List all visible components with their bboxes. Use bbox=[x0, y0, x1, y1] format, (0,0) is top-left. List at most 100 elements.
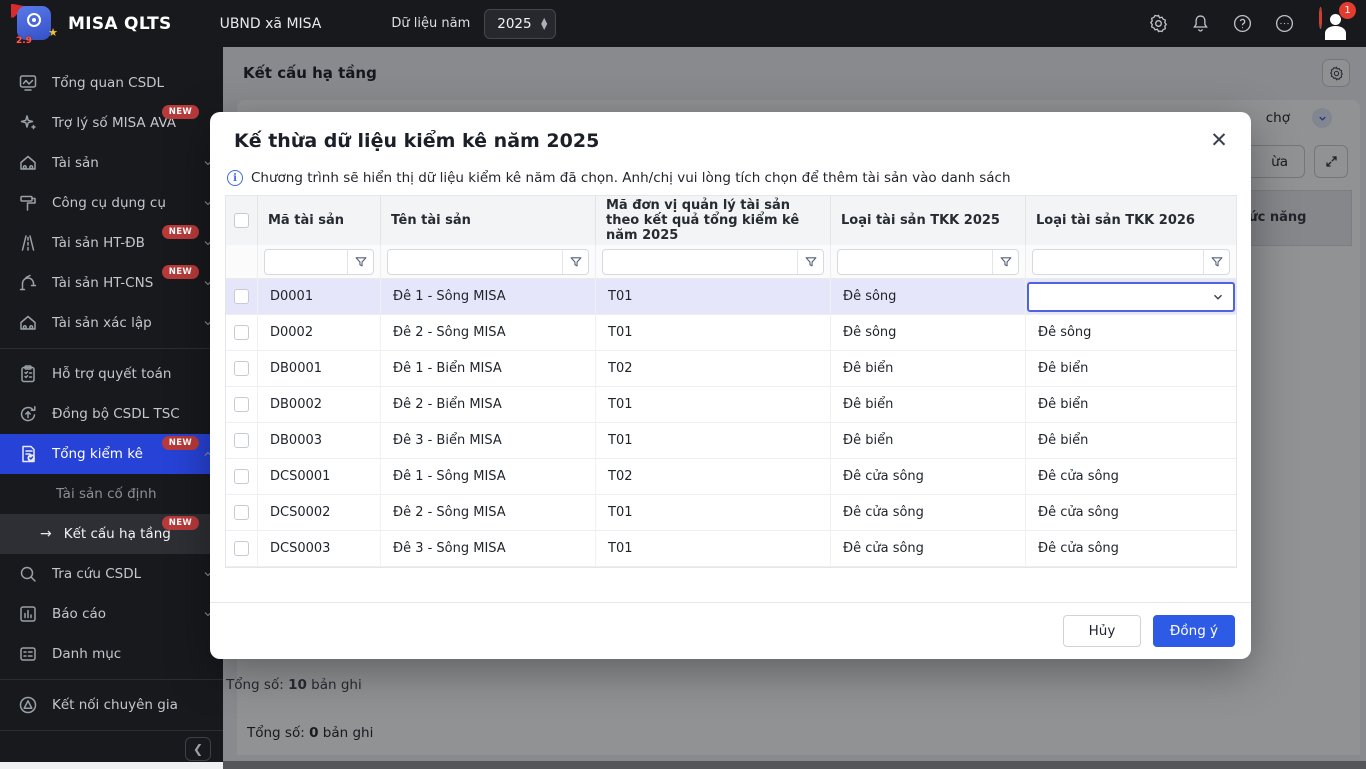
sidebar-item-assets[interactable]: Tài sản bbox=[0, 143, 223, 183]
sidebar-item-tools[interactable]: Công cụ dụng cụ bbox=[0, 183, 223, 223]
filter-input[interactable] bbox=[388, 250, 562, 274]
filter-input[interactable] bbox=[603, 250, 797, 274]
chevron-down-icon bbox=[1211, 290, 1225, 304]
filter-input[interactable] bbox=[1033, 250, 1203, 274]
row-checkbox[interactable] bbox=[234, 541, 249, 556]
new-badge: NEW bbox=[162, 516, 199, 530]
row-checkbox[interactable] bbox=[234, 505, 249, 520]
filter-funnel-icon[interactable] bbox=[1203, 250, 1229, 274]
year-stepper-icon[interactable]: ▲▼ bbox=[541, 18, 547, 30]
table-row[interactable]: DB0001 Đê 1 - Biển MISA T02 Đê biển Đê b… bbox=[226, 351, 1236, 387]
table-header-row: Mã tài sản Tên tài sản Mã đơn vị quản lý… bbox=[226, 196, 1236, 245]
organization-name: UBND xã MISA bbox=[220, 16, 322, 32]
sparkles-icon bbox=[18, 113, 38, 133]
dialog-info-message: i Chương trình sẽ hiển thị dữ liệu kiểm … bbox=[227, 170, 1011, 186]
avatar-notification-badge: 1 bbox=[1339, 2, 1356, 19]
filter-name[interactable] bbox=[387, 249, 589, 275]
sidebar-item-sync[interactable]: Đồng bộ CSDL TSC bbox=[0, 394, 223, 434]
sidebar-subitem-fixed-assets[interactable]: Tài sản cố định bbox=[0, 474, 223, 514]
table-row[interactable]: DCS0003 Đê 3 - Sông MISA T01 Đê cửa sông… bbox=[226, 531, 1236, 567]
year-select[interactable]: 2025 ▲▼ bbox=[484, 9, 556, 39]
help-icon[interactable] bbox=[1231, 13, 1253, 35]
notifications-bell-icon[interactable] bbox=[1189, 13, 1211, 35]
inventory-table: Mã tài sản Tên tài sản Mã đơn vị quản lý… bbox=[225, 195, 1237, 568]
clipboard-icon bbox=[18, 364, 38, 384]
logo-version: 2.9 bbox=[16, 36, 32, 46]
filter-code[interactable] bbox=[264, 249, 374, 275]
road-icon bbox=[18, 233, 38, 253]
top-bar: ★ 2.9 MISA QLTS UBND xã MISA Dữ liệu năm… bbox=[0, 0, 1366, 47]
document-check-icon bbox=[18, 444, 38, 464]
topbar-actions: 1 bbox=[1147, 7, 1352, 40]
inherit-inventory-dialog: Kế thừa dữ liệu kiểm kê năm 2025 ✕ i Chư… bbox=[210, 112, 1251, 659]
paint-roller-icon bbox=[18, 193, 38, 213]
filter-tkk2025[interactable] bbox=[837, 249, 1019, 275]
filter-funnel-icon[interactable] bbox=[797, 250, 823, 274]
new-badge: NEW bbox=[162, 105, 199, 119]
filter-input[interactable] bbox=[838, 250, 992, 274]
sidebar-nav: Tổng quan CSDL Trợ lý số MISA AVA NEW Tà… bbox=[0, 47, 223, 762]
table-row[interactable]: D0002 Đê 2 - Sông MISA T01 Đê sông Đê sô… bbox=[226, 315, 1236, 351]
sidebar-item-inventory[interactable]: Tổng kiểm kê NEW bbox=[0, 434, 223, 474]
sidebar-divider bbox=[0, 730, 223, 731]
sidebar-item-categories[interactable]: Danh mục bbox=[0, 634, 223, 674]
table-row[interactable]: D0001 Đê 1 - Sông MISA T01 Đê sông bbox=[226, 279, 1236, 315]
more-options-icon[interactable] bbox=[1273, 13, 1295, 35]
sidebar-item-expert[interactable]: Kết nối chuyên gia bbox=[0, 685, 223, 725]
sidebar-item-overview[interactable]: Tổng quan CSDL bbox=[0, 63, 223, 103]
sidebar-item-settlement[interactable]: Hỗ trợ quyết toán bbox=[0, 354, 223, 394]
row-checkbox[interactable] bbox=[234, 289, 249, 304]
table-row[interactable]: DB0003 Đê 3 - Biển MISA T01 Đê biển Đê b… bbox=[226, 423, 1236, 459]
modal-total-records: Tổng số: 10 bản ghi bbox=[226, 677, 362, 693]
filter-tkk2026[interactable] bbox=[1032, 249, 1230, 275]
filter-funnel-icon[interactable] bbox=[992, 250, 1018, 274]
sidebar-item-assistant[interactable]: Trợ lý số MISA AVA NEW bbox=[0, 103, 223, 143]
asset-house-icon bbox=[18, 313, 38, 333]
avatar-image bbox=[1319, 7, 1322, 29]
row-checkbox[interactable] bbox=[234, 469, 249, 484]
sidebar-collapse-button[interactable]: ❮ bbox=[185, 737, 211, 761]
close-icon[interactable]: ✕ bbox=[1205, 126, 1233, 154]
water-pipe-icon bbox=[18, 273, 38, 293]
column-header-unit: Mã đơn vị quản lý tài sản theo kết quả t… bbox=[596, 196, 831, 245]
dialog-title: Kế thừa dữ liệu kiểm kê năm 2025 bbox=[234, 130, 599, 152]
sidebar-subitem-infrastructure[interactable]: → Kết cấu hạ tầng NEW bbox=[0, 514, 223, 554]
logo-star: ★ bbox=[48, 26, 58, 39]
table-row[interactable]: DCS0002 Đê 2 - Sông MISA T01 Đê cửa sông… bbox=[226, 495, 1236, 531]
sidebar-divider bbox=[0, 348, 223, 349]
sidebar-item-lookup[interactable]: Tra cứu CSDL bbox=[0, 554, 223, 594]
new-badge: NEW bbox=[162, 225, 199, 239]
user-avatar[interactable]: 1 bbox=[1319, 7, 1352, 40]
bar-chart-icon bbox=[18, 604, 38, 624]
filter-unit[interactable] bbox=[602, 249, 824, 275]
column-header-tkk2025: Loại tài sản TKK 2025 bbox=[831, 196, 1026, 245]
sidebar-item-ht-db[interactable]: Tài sản HT-ĐB NEW bbox=[0, 223, 223, 263]
app-logo[interactable]: ★ 2.9 bbox=[10, 3, 56, 45]
sidebar-divider bbox=[0, 679, 223, 680]
filter-funnel-icon[interactable] bbox=[562, 250, 588, 274]
logo-emblem bbox=[27, 13, 41, 27]
sidebar-item-established[interactable]: Tài sản xác lập bbox=[0, 303, 223, 343]
sidebar-item-ht-cns[interactable]: Tài sản HT-CNS NEW bbox=[0, 263, 223, 303]
row-checkbox[interactable] bbox=[234, 397, 249, 412]
filter-input[interactable] bbox=[265, 250, 347, 274]
info-icon: i bbox=[227, 170, 243, 186]
row-checkbox[interactable] bbox=[234, 433, 249, 448]
row-checkbox[interactable] bbox=[234, 361, 249, 376]
table-row[interactable]: DB0002 Đê 2 - Biển MISA T01 Đê biển Đê b… bbox=[226, 387, 1236, 423]
table-row[interactable]: DCS0001 Đê 1 - Sông MISA T02 Đê cửa sông… bbox=[226, 459, 1236, 495]
list-icon bbox=[18, 644, 38, 664]
app-title: MISA QLTS bbox=[68, 14, 172, 34]
filter-funnel-icon[interactable] bbox=[347, 250, 373, 274]
confirm-button[interactable]: Đồng ý bbox=[1153, 615, 1235, 647]
info-text: Chương trình sẽ hiển thị dữ liệu kiểm kê… bbox=[251, 170, 1011, 186]
tkk2026-select[interactable] bbox=[1027, 282, 1235, 312]
select-all-checkbox[interactable] bbox=[234, 213, 249, 228]
sidebar-item-reports[interactable]: Báo cáo bbox=[0, 594, 223, 634]
new-badge: NEW bbox=[162, 265, 199, 279]
asset-house-icon bbox=[18, 153, 38, 173]
settings-gear-icon[interactable] bbox=[1147, 13, 1169, 35]
cancel-button[interactable]: Hủy bbox=[1063, 615, 1141, 647]
data-year-label: Dữ liệu năm bbox=[391, 16, 470, 31]
row-checkbox[interactable] bbox=[234, 325, 249, 340]
